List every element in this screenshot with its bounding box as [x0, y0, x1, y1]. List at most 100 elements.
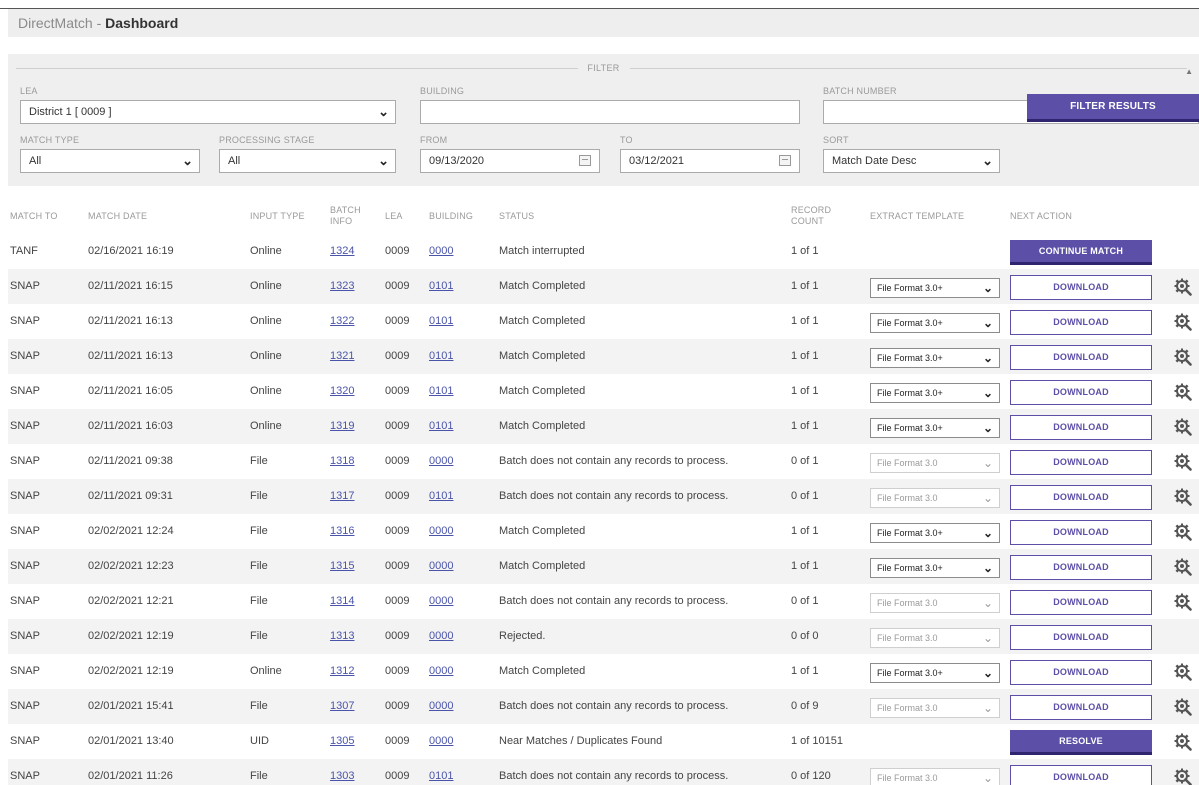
col-match-to[interactable]: MATCH TO [10, 211, 58, 222]
gear-search-icon[interactable] [1174, 558, 1192, 576]
batch-info-link[interactable]: 1318 [330, 444, 354, 479]
extract-template-select[interactable]: File Format 3.0+ ⌄ [870, 418, 1000, 438]
download-button[interactable]: DOWNLOAD [1010, 625, 1152, 650]
batch-info-link[interactable]: 1322 [330, 304, 354, 339]
lea-select[interactable]: District 1 [ 0009 ] ⌄ [20, 100, 396, 124]
batch-info-link[interactable]: 1321 [330, 339, 354, 374]
col-next-action: NEXT ACTION [1010, 211, 1073, 221]
gear-search-icon[interactable] [1174, 733, 1192, 751]
gear-search-icon[interactable] [1174, 523, 1192, 541]
building-link[interactable]: 0101 [429, 409, 453, 444]
batch-info-link[interactable]: 1323 [330, 269, 354, 304]
gear-search-icon[interactable] [1174, 663, 1192, 681]
building-link[interactable]: 0101 [429, 374, 453, 409]
col-building[interactable]: BUILDING [429, 211, 473, 222]
batch-info-link[interactable]: 1320 [330, 374, 354, 409]
building-link[interactable]: 0000 [429, 549, 453, 584]
col-lea[interactable]: LEA [385, 211, 403, 222]
continue-match-button[interactable]: CONTINUE MATCH [1010, 240, 1152, 265]
batch-info-link[interactable]: 1324 [330, 234, 354, 269]
building-link[interactable]: 0000 [429, 724, 453, 759]
table-row: SNAP 02/11/2021 16:05 Online 1320 0009 0101 Ma… [8, 374, 1199, 409]
batch-info-link[interactable]: 1303 [330, 759, 354, 785]
processing-stage-select[interactable]: All ⌄ [219, 149, 396, 173]
gear-search-icon[interactable] [1174, 348, 1192, 366]
gear-search-icon[interactable] [1174, 698, 1192, 716]
extract-template-select[interactable]: File Format 3.0+ ⌄ [870, 383, 1000, 403]
batch-info-link[interactable]: 1316 [330, 514, 354, 549]
building-link[interactable]: 0000 [429, 234, 453, 269]
extract-template-select[interactable]: File Format 3.0+ ⌄ [870, 278, 1000, 298]
download-button[interactable]: DOWNLOAD [1010, 590, 1152, 615]
gear-search-icon[interactable] [1174, 313, 1192, 331]
col-record-count[interactable]: RECORD COUNT [791, 205, 831, 227]
gear-search-icon[interactable] [1174, 418, 1192, 436]
calendar-icon[interactable] [579, 155, 591, 166]
collapse-icon[interactable]: ▲ [1185, 67, 1193, 76]
extract-template-select[interactable]: File Format 3.0+ ⌄ [870, 663, 1000, 683]
extract-template-select[interactable]: File Format 3.0+ ⌄ [870, 313, 1000, 333]
building-link[interactable]: 0101 [429, 304, 453, 339]
match-to-cell: SNAP [10, 385, 40, 397]
download-button[interactable]: DOWNLOAD [1010, 380, 1152, 405]
col-status[interactable]: STATUS [499, 211, 534, 222]
gear-search-icon[interactable] [1174, 488, 1192, 506]
status-cell: Match Completed [499, 280, 586, 292]
resolve-button[interactable]: RESOLVE [1010, 730, 1152, 755]
batch-info-link[interactable]: 1313 [330, 619, 354, 654]
gear-search-icon[interactable] [1174, 593, 1192, 611]
gear-search-icon[interactable] [1174, 278, 1192, 296]
extract-template-select[interactable]: File Format 3.0+ ⌄ [870, 558, 1000, 578]
building-link[interactable]: 0101 [429, 269, 453, 304]
batch-info-link[interactable]: 1315 [330, 549, 354, 584]
download-button[interactable]: DOWNLOAD [1010, 555, 1152, 580]
building-link[interactable]: 0000 [429, 584, 453, 619]
match-type-select[interactable]: All ⌄ [20, 149, 200, 173]
to-date-input[interactable]: 03/12/2021 [620, 149, 800, 173]
building-link[interactable]: 0101 [429, 339, 453, 374]
gear-search-icon[interactable] [1174, 768, 1192, 785]
download-button[interactable]: DOWNLOAD [1010, 450, 1152, 475]
col-match-date[interactable]: MATCH DATE [88, 211, 147, 222]
download-button[interactable]: DOWNLOAD [1010, 275, 1152, 300]
extract-template-select[interactable]: File Format 3.0+ ⌄ [870, 523, 1000, 543]
download-button[interactable]: DOWNLOAD [1010, 695, 1152, 720]
batch-info-link[interactable]: 1319 [330, 409, 354, 444]
page-title: DirectMatch - Dashboard [18, 15, 178, 31]
batch-info-link[interactable]: 1305 [330, 724, 354, 759]
title-bar: DirectMatch - Dashboard [8, 9, 1199, 37]
filter-results-button[interactable]: FILTER RESULTS [1027, 94, 1199, 122]
from-date-input[interactable]: 09/13/2020 [420, 149, 600, 173]
extract-template-select[interactable]: File Format 3.0+ ⌄ [870, 348, 1000, 368]
download-button[interactable]: DOWNLOAD [1010, 415, 1152, 440]
building-link[interactable]: 0101 [429, 479, 453, 514]
chevron-down-icon: ⌄ [982, 666, 993, 680]
extract-template-value: File Format 3.0+ [877, 283, 943, 293]
download-button[interactable]: DOWNLOAD [1010, 660, 1152, 685]
download-button[interactable]: DOWNLOAD [1010, 485, 1152, 510]
gear-search-icon[interactable] [1174, 453, 1192, 471]
col-batch-info[interactable]: BATCH INFO [330, 205, 361, 227]
download-button[interactable]: DOWNLOAD [1010, 345, 1152, 370]
col-extract-template: EXTRACT TEMPLATE [870, 211, 965, 221]
sort-select[interactable]: Match Date Desc ⌄ [823, 149, 1000, 173]
download-button[interactable]: DOWNLOAD [1010, 520, 1152, 545]
building-link[interactable]: 0000 [429, 514, 453, 549]
building-input[interactable] [420, 100, 800, 124]
gear-search-icon[interactable] [1174, 383, 1192, 401]
batch-info-link[interactable]: 1317 [330, 479, 354, 514]
building-link[interactable]: 0000 [429, 689, 453, 724]
batch-info-link[interactable]: 1314 [330, 584, 354, 619]
col-input-type[interactable]: INPUT TYPE [250, 211, 305, 222]
building-link[interactable]: 0101 [429, 759, 453, 785]
status-cell: Match Completed [499, 525, 586, 537]
batch-number-label: BATCH NUMBER [823, 86, 897, 96]
download-button[interactable]: DOWNLOAD [1010, 765, 1152, 785]
download-button[interactable]: DOWNLOAD [1010, 310, 1152, 335]
batch-info-link[interactable]: 1307 [330, 689, 354, 724]
batch-info-link[interactable]: 1312 [330, 654, 354, 689]
building-link[interactable]: 0000 [429, 444, 453, 479]
building-link[interactable]: 0000 [429, 654, 453, 689]
calendar-icon[interactable] [779, 155, 791, 166]
building-link[interactable]: 0000 [429, 619, 453, 654]
